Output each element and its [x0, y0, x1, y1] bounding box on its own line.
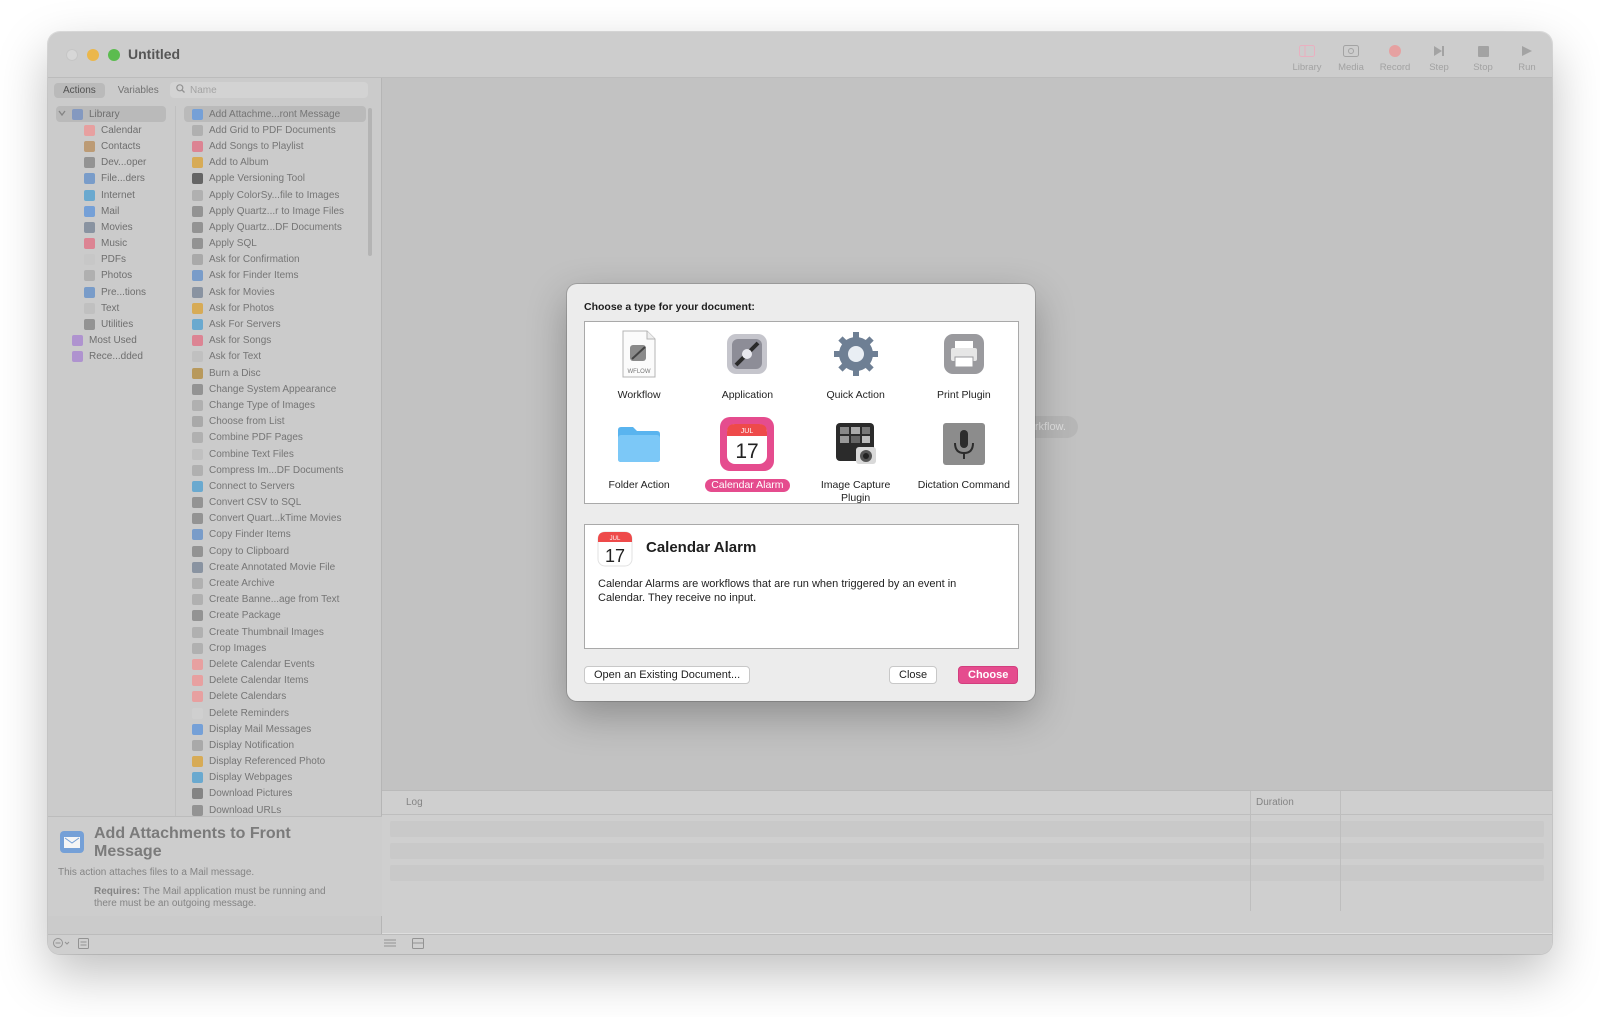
- calendar-day: 17: [736, 440, 759, 463]
- info-calendar-icon: JUL 17: [597, 531, 633, 570]
- type-application[interactable]: Application: [693, 322, 801, 412]
- application-icon: [720, 327, 774, 381]
- calendar-icon: JUL 17: [720, 417, 775, 471]
- type-workflow[interactable]: WFLOW Workflow: [585, 322, 693, 412]
- close-button[interactable]: Close: [889, 666, 938, 684]
- type-info-panel: JUL 17 Calendar Alarm Calendar Alarms are…: [584, 524, 1019, 649]
- type-image-capture-label: Image Capture Plugin: [820, 479, 891, 504]
- type-folder-action[interactable]: Folder Action: [585, 412, 693, 505]
- type-quick-action[interactable]: Quick Action: [802, 322, 910, 412]
- info-calendar-day: 17: [605, 546, 625, 566]
- print-plugin-icon: [937, 327, 991, 381]
- type-quick-action-label: Quick Action: [826, 389, 885, 401]
- type-dictation-command[interactable]: Dictation Command: [910, 412, 1018, 505]
- info-calendar-month: JUL: [610, 536, 621, 542]
- type-folder-action-label: Folder Action: [608, 479, 670, 491]
- choose-button[interactable]: Choose: [958, 666, 1019, 684]
- dialog-title: Choose a type for your document:: [584, 301, 755, 313]
- calendar-month: JUL: [741, 428, 754, 435]
- microphone-icon: [937, 417, 991, 471]
- folder-icon: [612, 417, 666, 471]
- open-existing-document-button[interactable]: Open an Existing Document...: [584, 666, 751, 684]
- workflow-icon: WFLOW: [612, 327, 666, 381]
- type-dictation-command-label: Dictation Command: [917, 479, 1010, 491]
- document-type-grid: WFLOW Workflow Application Quick Action …: [584, 321, 1019, 504]
- type-calendar-alarm-label: Calendar Alarm: [705, 479, 790, 492]
- type-print-plugin[interactable]: Print Plugin: [910, 322, 1018, 412]
- workflow-badge: WFLOW: [628, 369, 651, 375]
- info-description: Calendar Alarms are workflows that are r…: [598, 578, 957, 604]
- quick-action-icon: [829, 327, 883, 381]
- type-workflow-label: Workflow: [617, 389, 661, 401]
- type-application-label: Application: [721, 389, 774, 401]
- document-type-dialog: Choose a type for your document: WFLOW W…: [567, 284, 1035, 701]
- type-image-capture-plugin[interactable]: Image Capture Plugin: [802, 412, 910, 505]
- type-print-plugin-label: Print Plugin: [937, 389, 991, 401]
- info-title: Calendar Alarm: [646, 539, 757, 556]
- image-capture-icon: [829, 417, 883, 471]
- type-calendar-alarm[interactable]: JUL 17 Calendar Alarm: [693, 412, 801, 505]
